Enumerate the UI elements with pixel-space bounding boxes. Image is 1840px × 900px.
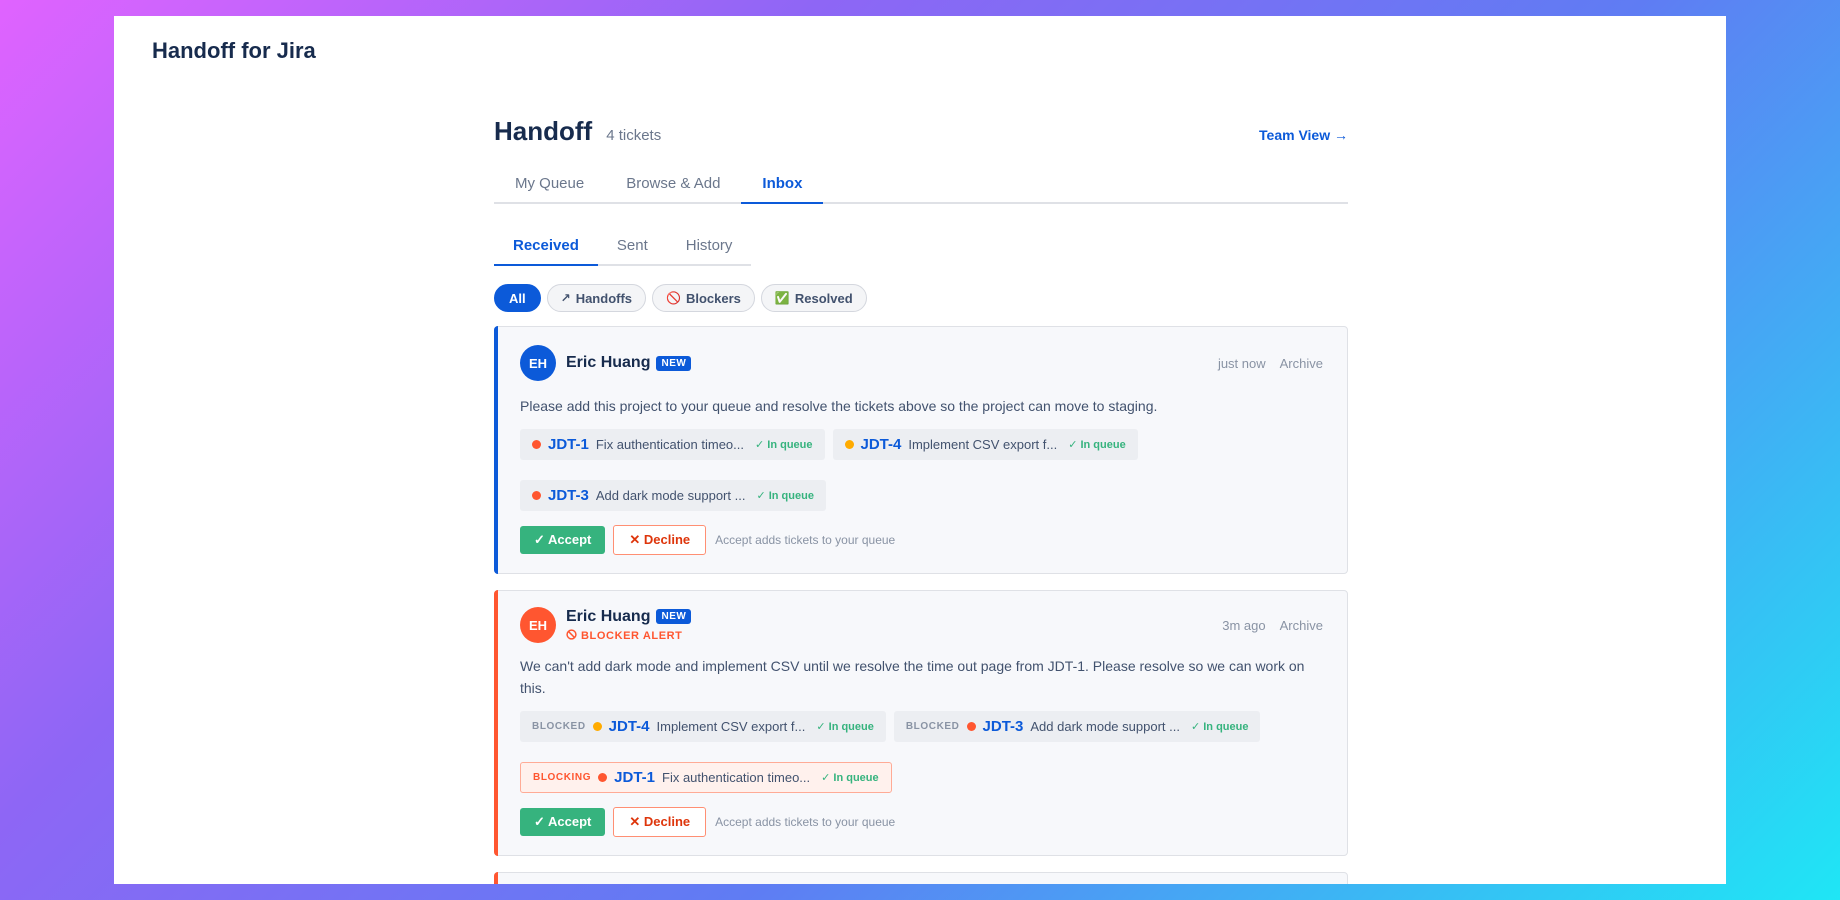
decline-button[interactable]: ✕ Decline [613,525,707,555]
decline-button[interactable]: ✕ Decline [613,807,707,837]
main-tabs: My Queue Browse & Add Inbox [494,170,1348,204]
ticket-chip[interactable]: BLOCKED JDT-4 Implement CSV export f... … [520,711,886,742]
ticket-key[interactable]: JDT-4 [609,718,650,735]
team-view-link[interactable]: Team View → [1259,127,1348,143]
check-box-icon: ✅ [774,291,790,305]
filter-chips: All ↗ Handoffs 🚫 Blockers ✅ Resolved [494,284,1348,312]
blocker-alert-label: BLOCKER ALERT [566,628,691,643]
priority-dot-icon [966,722,976,731]
ticket-key[interactable]: JDT-3 [983,718,1024,735]
main-content: Handoff 4 tickets Team View → My Queue B… [494,116,1348,884]
avatar: EH [520,345,556,381]
app-window: Handoff for Jira Handoff 4 tickets Team … [114,16,1726,884]
ticket-key[interactable]: JDT-1 [548,436,589,453]
filter-blockers-label: Blockers [685,290,741,306]
filter-handoffs[interactable]: ↗ Handoffs [546,284,647,312]
ticket-chip[interactable]: JDT-3 Add dark mode support ... ✓ In que… [520,480,826,511]
ticket-count: 4 tickets [606,127,662,144]
ticket-summary: Add dark mode support ... [1030,719,1180,734]
ticket-chip[interactable]: JDT-1 Fix authentication timeo... ✓ In q… [520,429,825,460]
sender-name: Eric Huang [566,607,651,625]
blocker-card: EH Eric Huang NEW BLOCKER ALERT 3m ago A… [494,590,1348,856]
prohibited-icon: 🚫 [666,291,681,305]
priority-dot-icon [592,722,602,731]
in-queue-status: ✓ In queue [756,490,814,502]
in-queue-status: ✓ In queue [821,772,879,784]
ticket-chip-blocking[interactable]: BLOCKING JDT-1 Fix authentication timeo.… [520,762,892,793]
ticket-summary: Fix authentication timeo... [595,437,744,452]
blocking-label: BLOCKING [533,772,592,783]
card-actions: ✓ Accept ✕ Decline Accept adds tickets t… [520,525,1323,555]
ticket-chip[interactable]: BLOCKED JDT-3 Add dark mode support ... … [893,711,1261,742]
priority-dot-icon [532,491,541,500]
card-actions: ✓ Accept ✕ Decline Accept adds tickets t… [520,807,1323,837]
ticket-key[interactable]: JDT-1 [614,769,655,786]
blocked-label: BLOCKED [532,721,586,732]
filter-handoffs-label: Handoffs [575,290,633,306]
prohibited-icon [566,628,577,643]
accept-hint: Accept adds tickets to your queue [715,815,896,829]
page-header: Handoff 4 tickets Team View → [494,116,1348,152]
avatar: EH [520,607,556,643]
in-queue-status: ✓ In queue [1190,721,1249,733]
blocker-message: We can't add dark mode and implement CSV… [520,658,1305,696]
sender-name: Eric Huang [566,354,651,371]
filter-all[interactable]: All [494,284,541,312]
ticket-key[interactable]: JDT-3 [548,487,589,504]
handoff-card: EH Eric Huang NEW just now Archive Pleas… [494,326,1348,574]
in-queue-status: ✓ In queue [755,439,813,451]
ticket-list: JDT-1 Fix authentication timeo... ✓ In q… [520,429,1323,511]
blocked-label: BLOCKED [905,721,960,732]
timestamp: 3m ago [1222,617,1266,633]
accept-button[interactable]: ✓ Accept [520,526,606,554]
filter-resolved-label: Resolved [794,290,853,306]
in-queue-status: ✓ In queue [1068,439,1126,451]
archive-button[interactable]: Archive [1280,618,1323,633]
priority-dot-icon [598,773,608,782]
new-badge: NEW [656,355,692,371]
inbox-subtabs: Received Sent History [494,232,752,266]
subtab-received[interactable]: Received [494,232,598,266]
accept-button[interactable]: ✓ Accept [520,808,606,836]
in-queue-status: ✓ In queue [816,721,874,733]
new-badge: NEW [656,609,692,624]
tab-browse-add[interactable]: Browse & Add [605,170,741,202]
archive-button[interactable]: Archive [1280,356,1323,371]
tab-inbox[interactable]: Inbox [741,170,824,204]
ticket-summary: Fix authentication timeo... [662,770,811,785]
page-title: Handoff [494,116,593,146]
priority-dot-icon [532,440,541,449]
ticket-list: BLOCKED JDT-4 Implement CSV export f... … [520,711,1323,793]
app-title: Handoff for Jira [152,38,316,63]
filter-resolved[interactable]: ✅ Resolved [760,284,867,312]
handoff-message: Please add this project to your queue an… [520,398,1158,414]
ticket-summary: Implement CSV export f... [908,437,1058,452]
ticket-key[interactable]: JDT-4 [861,436,902,453]
filter-all-label: All [509,290,526,306]
arrow-up-right-icon: ↗ [560,291,571,305]
timestamp: just now [1217,355,1266,371]
subtab-sent[interactable]: Sent [598,232,667,264]
ticket-summary: Add dark mode support ... [595,488,746,503]
subtab-history[interactable]: History [667,232,752,264]
accept-hint: Accept adds tickets to your queue [715,533,896,547]
ticket-chip[interactable]: JDT-4 Implement CSV export f... ✓ In que… [832,429,1138,460]
priority-dot-icon [844,440,854,449]
ticket-summary: Implement CSV export f... [656,719,806,734]
tab-my-queue[interactable]: My Queue [494,170,605,202]
inbox-card-partial [494,872,1348,884]
filter-blockers[interactable]: 🚫 Blockers [652,284,755,312]
